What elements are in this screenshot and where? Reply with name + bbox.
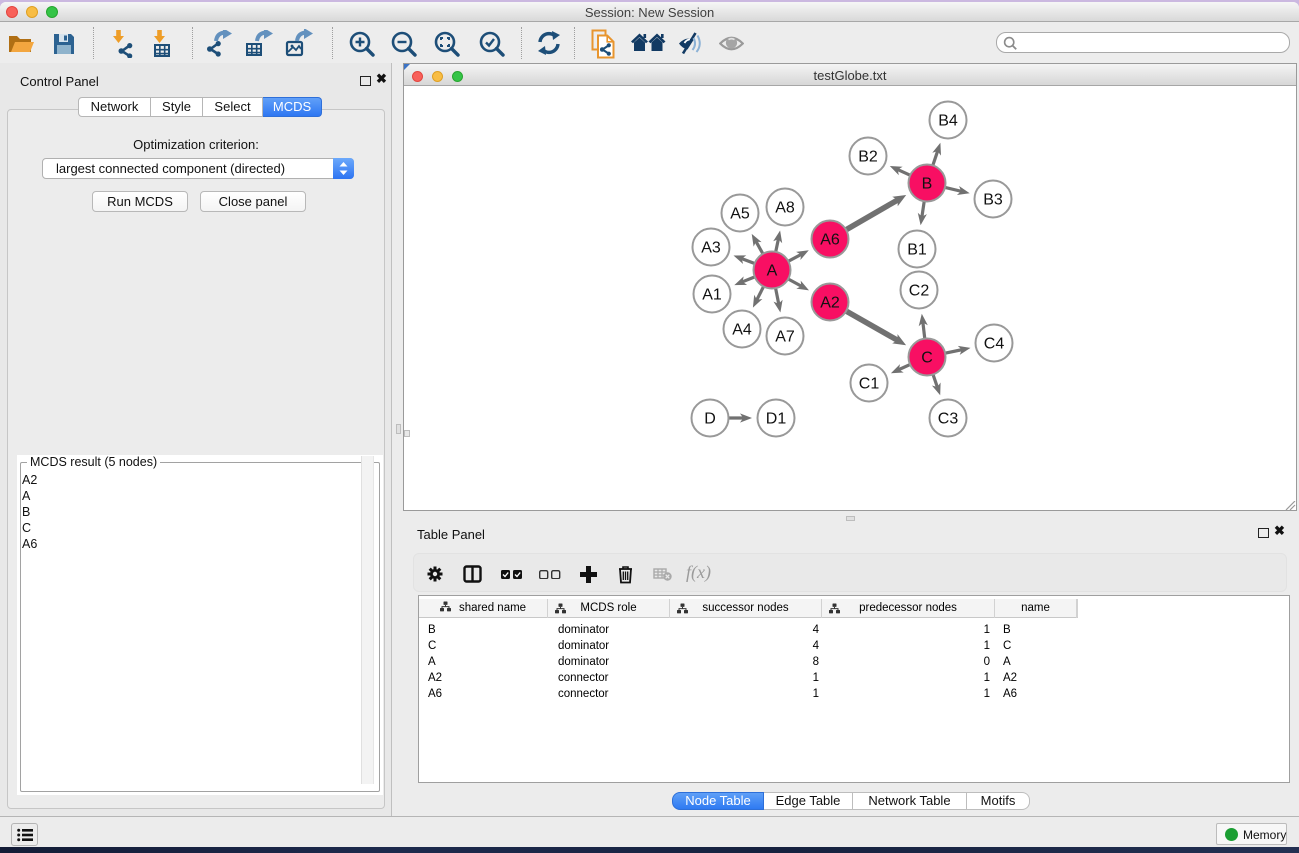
svg-text:C: C — [921, 350, 933, 367]
svg-text:B: B — [922, 176, 933, 193]
svg-text:A8: A8 — [775, 200, 795, 217]
svg-text:A2: A2 — [820, 295, 840, 312]
svg-text:A: A — [767, 263, 778, 280]
svg-text:A7: A7 — [775, 329, 795, 346]
svg-text:C2: C2 — [909, 283, 930, 300]
svg-text:A6: A6 — [820, 232, 840, 249]
svg-text:D1: D1 — [766, 411, 787, 428]
svg-text:D: D — [704, 411, 716, 428]
svg-text:A3: A3 — [701, 240, 721, 257]
svg-text:A1: A1 — [702, 287, 722, 304]
svg-text:B2: B2 — [858, 149, 878, 166]
svg-text:A4: A4 — [732, 322, 752, 339]
svg-text:C3: C3 — [938, 411, 959, 428]
svg-text:B1: B1 — [907, 242, 927, 259]
svg-text:C1: C1 — [859, 376, 880, 393]
svg-text:B3: B3 — [983, 192, 1003, 209]
svg-text:A5: A5 — [730, 206, 750, 223]
svg-text:B4: B4 — [938, 113, 958, 130]
svg-text:C4: C4 — [984, 336, 1005, 353]
